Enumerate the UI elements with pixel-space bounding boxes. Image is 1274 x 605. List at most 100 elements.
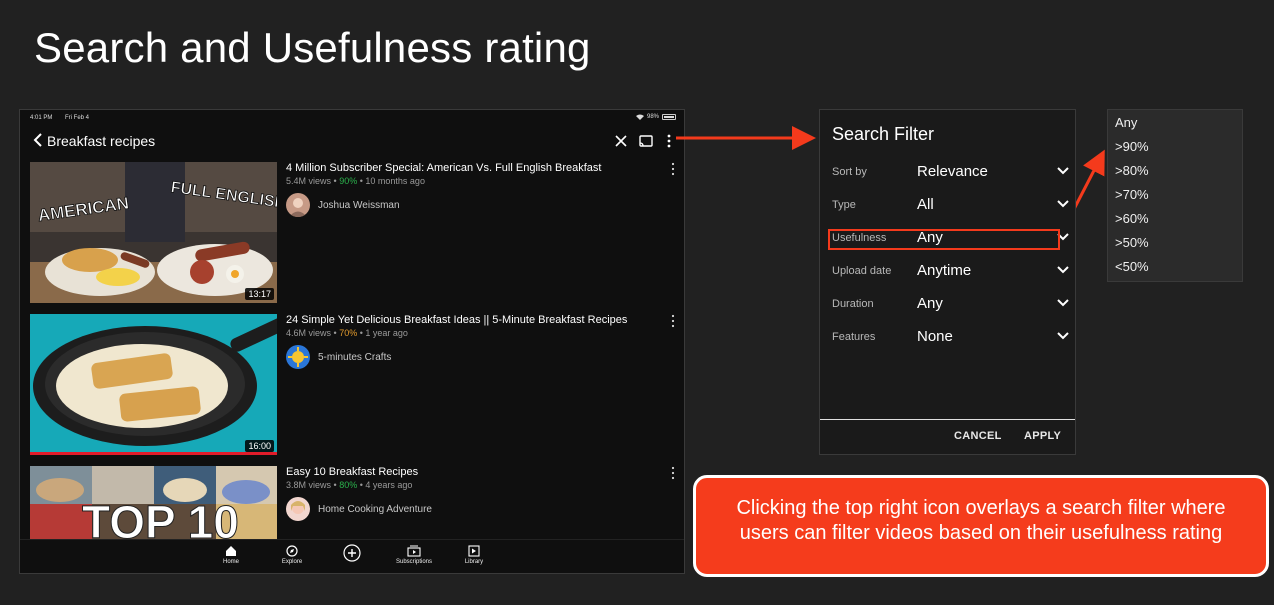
separator: • [359, 328, 363, 338]
channel-avatar[interactable] [286, 193, 310, 217]
channel-name[interactable]: 5-minutes Crafts [318, 352, 391, 363]
close-icon[interactable] [612, 132, 630, 150]
video-title[interactable]: Easy 10 Breakfast Recipes [286, 466, 418, 478]
nav-create[interactable] [322, 544, 382, 564]
add-circle-icon [343, 544, 361, 562]
video-thumbnail[interactable]: AMERICAN FULL ENGLISH 13:17 [30, 162, 277, 303]
separator: • [359, 176, 363, 186]
filter-row-sort[interactable]: Sort by Relevance [832, 162, 1072, 184]
status-bar: 4:01 PM Fri Feb 4 98% [20, 110, 684, 126]
filter-value[interactable]: Anytime [917, 262, 971, 279]
channel-name[interactable]: Joshua Weissman [318, 200, 400, 211]
usefulness-options-list: Any >90% >80% >70% >60% >50% <50% [1107, 109, 1243, 282]
chevron-down-icon[interactable] [1056, 197, 1070, 211]
battery-level: 98% [646, 114, 659, 120]
option-item[interactable]: >50% [1115, 235, 1149, 250]
filter-label: Duration [832, 298, 874, 310]
french-toast-pan-thumbnail [30, 314, 277, 455]
option-item[interactable]: >60% [1115, 211, 1149, 226]
channel-info[interactable]: Home Cooking Adventure [286, 496, 432, 522]
filter-label: Sort by [832, 166, 867, 178]
thumb-text-top10: TOP 10 [82, 496, 239, 542]
video-age: 1 year ago [365, 328, 408, 338]
filter-row-features[interactable]: Features None [832, 327, 1072, 349]
breakfast-collage-thumbnail: TOP 10 [30, 466, 277, 542]
slide-title: Search and Usefulness rating [34, 24, 591, 71]
nav-label: Home [222, 559, 239, 565]
option-item[interactable]: >90% [1115, 139, 1149, 154]
option-item[interactable]: >80% [1115, 163, 1149, 178]
video-thumbnail[interactable]: 16:00 [30, 314, 277, 455]
back-arrow-icon[interactable] [28, 130, 48, 150]
channel-info[interactable]: Joshua Weissman [286, 192, 400, 218]
filter-label: Upload date [832, 265, 892, 277]
video-views: 5.4M views [286, 176, 332, 186]
filter-row-duration[interactable]: Duration Any [832, 294, 1072, 316]
chevron-down-icon[interactable] [1056, 263, 1070, 277]
video-more-icon[interactable] [668, 466, 678, 480]
video-views: 4.6M views [286, 328, 332, 338]
video-duration: 13:17 [245, 288, 274, 300]
filter-value[interactable]: Any [917, 295, 943, 312]
filter-value[interactable]: All [917, 196, 934, 213]
chevron-down-icon[interactable] [1056, 329, 1070, 343]
channel-name[interactable]: Home Cooking Adventure [318, 504, 432, 515]
filter-divider [820, 419, 1075, 420]
video-thumbnail[interactable]: TOP 10 [30, 466, 277, 542]
callout-note: Clicking the top right icon overlays a s… [693, 475, 1269, 577]
chevron-down-icon[interactable] [1056, 296, 1070, 310]
video-meta: 4.6M views • 70% • 1 year ago [286, 328, 408, 338]
nav-label: Library [464, 559, 484, 565]
battery-icon [662, 114, 676, 120]
video-meta: 3.8M views • 80% • 4 years ago [286, 480, 412, 490]
usefulness-rating: 90% [339, 176, 358, 186]
library-icon [468, 545, 480, 557]
filter-value[interactable]: None [917, 328, 953, 345]
video-result-1[interactable]: AMERICAN FULL ENGLISH 13:17 4 Million Su… [30, 162, 680, 304]
bottom-navigation: Home Explore Subscriptions Library [20, 539, 684, 573]
video-duration: 16:00 [245, 440, 274, 452]
status-icons: 98% [635, 114, 676, 120]
nav-explore[interactable]: Explore [262, 545, 322, 565]
option-item[interactable]: <50% [1115, 259, 1149, 274]
home-icon [226, 546, 236, 556]
status-date: Fri Feb 4 [65, 115, 90, 121]
cancel-button[interactable]: CANCEL [954, 430, 1002, 442]
option-item[interactable]: Any [1115, 115, 1137, 130]
separator: • [359, 480, 363, 490]
wifi-icon [635, 114, 644, 120]
filter-label: Features [832, 331, 876, 343]
cast-icon[interactable] [637, 132, 655, 150]
filter-row-upload-date[interactable]: Upload date Anytime [832, 261, 1072, 283]
breakfast-plates-thumbnail: AMERICAN FULL ENGLISH [30, 162, 277, 303]
video-views: 3.8M views [286, 480, 332, 490]
subscriptions-icon [407, 545, 421, 557]
channel-avatar[interactable] [286, 345, 310, 369]
option-item[interactable]: >70% [1115, 187, 1149, 202]
apply-button[interactable]: APPLY [1024, 430, 1061, 442]
search-query[interactable]: Breakfast recipes [47, 133, 155, 149]
chevron-down-icon[interactable] [1056, 164, 1070, 178]
more-options-icon[interactable] [660, 132, 678, 150]
nav-subscriptions[interactable]: Subscriptions [384, 545, 444, 565]
filter-label: Type [832, 199, 856, 211]
video-more-icon[interactable] [668, 162, 678, 176]
nav-label: Subscriptions [395, 559, 433, 565]
search-results-header: Breakfast recipes [20, 128, 684, 156]
compass-icon [286, 545, 298, 557]
filter-row-type[interactable]: Type All [832, 195, 1072, 217]
usefulness-highlight-box [828, 229, 1060, 250]
video-more-icon[interactable] [668, 314, 678, 328]
nav-label: Explore [281, 559, 303, 565]
channel-info[interactable]: 5-minutes Crafts [286, 344, 391, 370]
filter-value[interactable]: Relevance [917, 163, 988, 180]
nav-library[interactable]: Library [444, 545, 504, 565]
video-title[interactable]: 24 Simple Yet Delicious Breakfast Ideas … [286, 314, 627, 326]
video-result-2[interactable]: 16:00 24 Simple Yet Delicious Breakfast … [30, 314, 680, 456]
status-time: 4:01 PM [30, 115, 53, 121]
channel-avatar[interactable] [286, 497, 310, 521]
video-age: 10 months ago [365, 176, 425, 186]
usefulness-rating: 70% [339, 328, 358, 338]
video-title[interactable]: 4 Million Subscriber Special: American V… [286, 162, 601, 174]
nav-home[interactable]: Home [201, 545, 261, 565]
